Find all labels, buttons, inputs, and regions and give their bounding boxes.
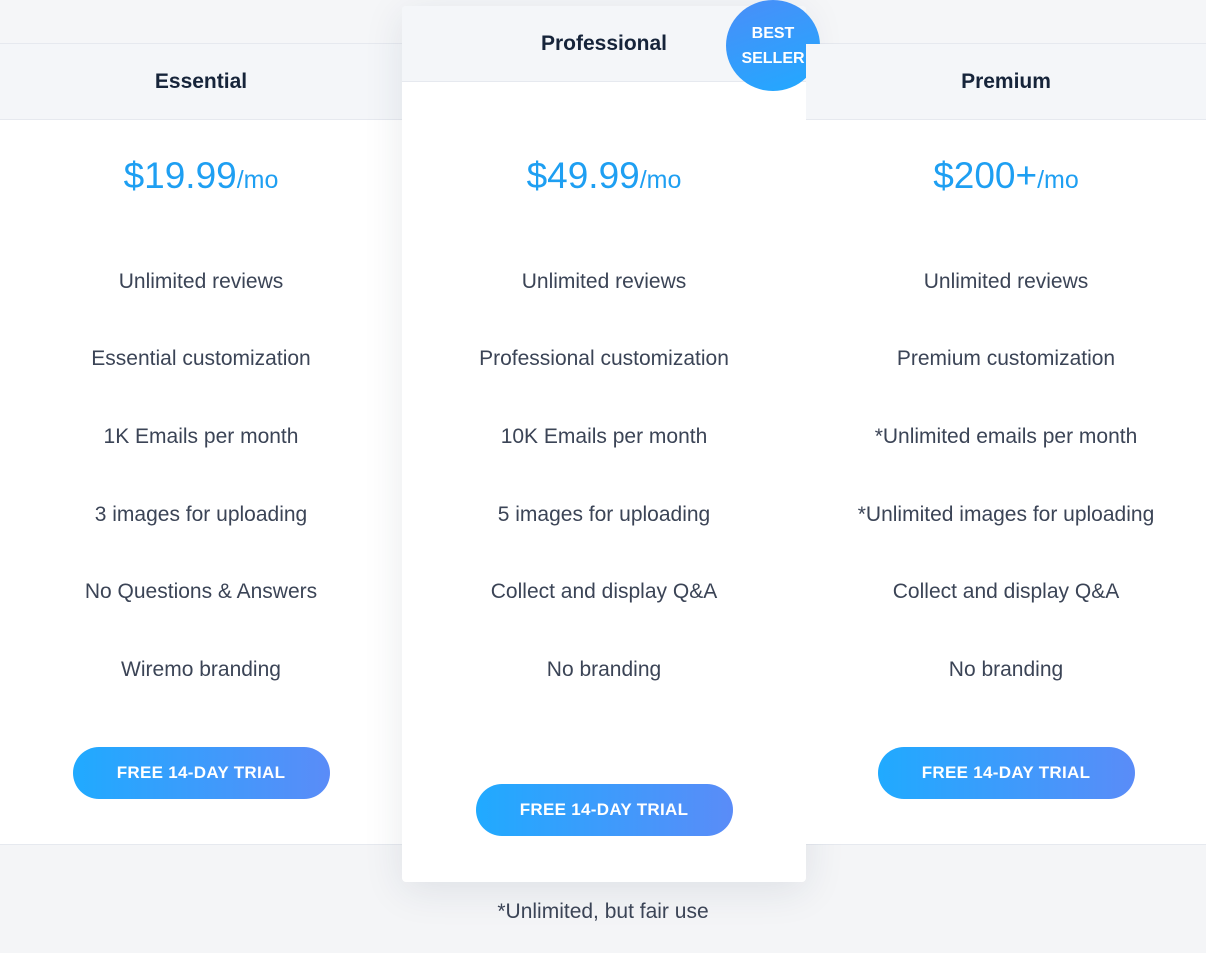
feature-item: 1K Emails per month xyxy=(103,424,299,448)
feature-item: 10K Emails per month xyxy=(500,424,708,448)
feature-item: Collect and display Q&A xyxy=(490,580,718,604)
free-trial-button-professional[interactable]: FREE 14-DAY TRIAL xyxy=(475,783,733,836)
plan-price: $49.99/mo xyxy=(526,155,682,196)
feature-item: *Unlimited images for uploading xyxy=(857,502,1155,526)
feature-item: Essential customization xyxy=(91,347,311,371)
feature-item: Unlimited reviews xyxy=(521,269,687,293)
free-trial-button-premium[interactable]: FREE 14-DAY TRIAL xyxy=(877,746,1135,799)
feature-item: Wiremo branding xyxy=(121,657,281,681)
plan-price: $200+/mo xyxy=(933,155,1079,196)
feature-list: Unlimited reviews Premium customization … xyxy=(806,243,1206,709)
feature-item: Unlimited reviews xyxy=(118,269,284,293)
feature-item: Unlimited reviews xyxy=(923,269,1089,293)
plan-premium: Premium $200+/mo Unlimited reviews Premi… xyxy=(806,44,1206,844)
plan-name: Premium xyxy=(806,44,1206,120)
feature-item: No branding xyxy=(546,657,662,681)
feature-item: Collect and display Q&A xyxy=(892,580,1120,604)
plan-price: $19.99/mo xyxy=(123,155,279,196)
plan-essential: Essential $19.99/mo Unlimited reviews Es… xyxy=(0,44,402,844)
feature-item: No branding xyxy=(948,657,1064,681)
plan-name: Essential xyxy=(0,44,402,120)
feature-list: Unlimited reviews Essential customizatio… xyxy=(0,243,402,709)
feature-item: *Unlimited emails per month xyxy=(874,424,1138,448)
feature-item: 5 images for uploading xyxy=(497,502,711,526)
feature-item: 3 images for uploading xyxy=(94,502,308,526)
feature-item: Professional customization xyxy=(479,347,729,371)
plan-professional: Professional $49.99/mo Unlimited reviews… xyxy=(402,6,806,882)
feature-item: No Questions & Answers xyxy=(84,580,318,604)
feature-item: Premium customization xyxy=(896,347,1116,371)
feature-list: Unlimited reviews Professional customiza… xyxy=(402,243,806,709)
free-trial-button-essential[interactable]: FREE 14-DAY TRIAL xyxy=(72,746,330,799)
fair-use-footnote: *Unlimited, but fair use xyxy=(497,900,709,923)
